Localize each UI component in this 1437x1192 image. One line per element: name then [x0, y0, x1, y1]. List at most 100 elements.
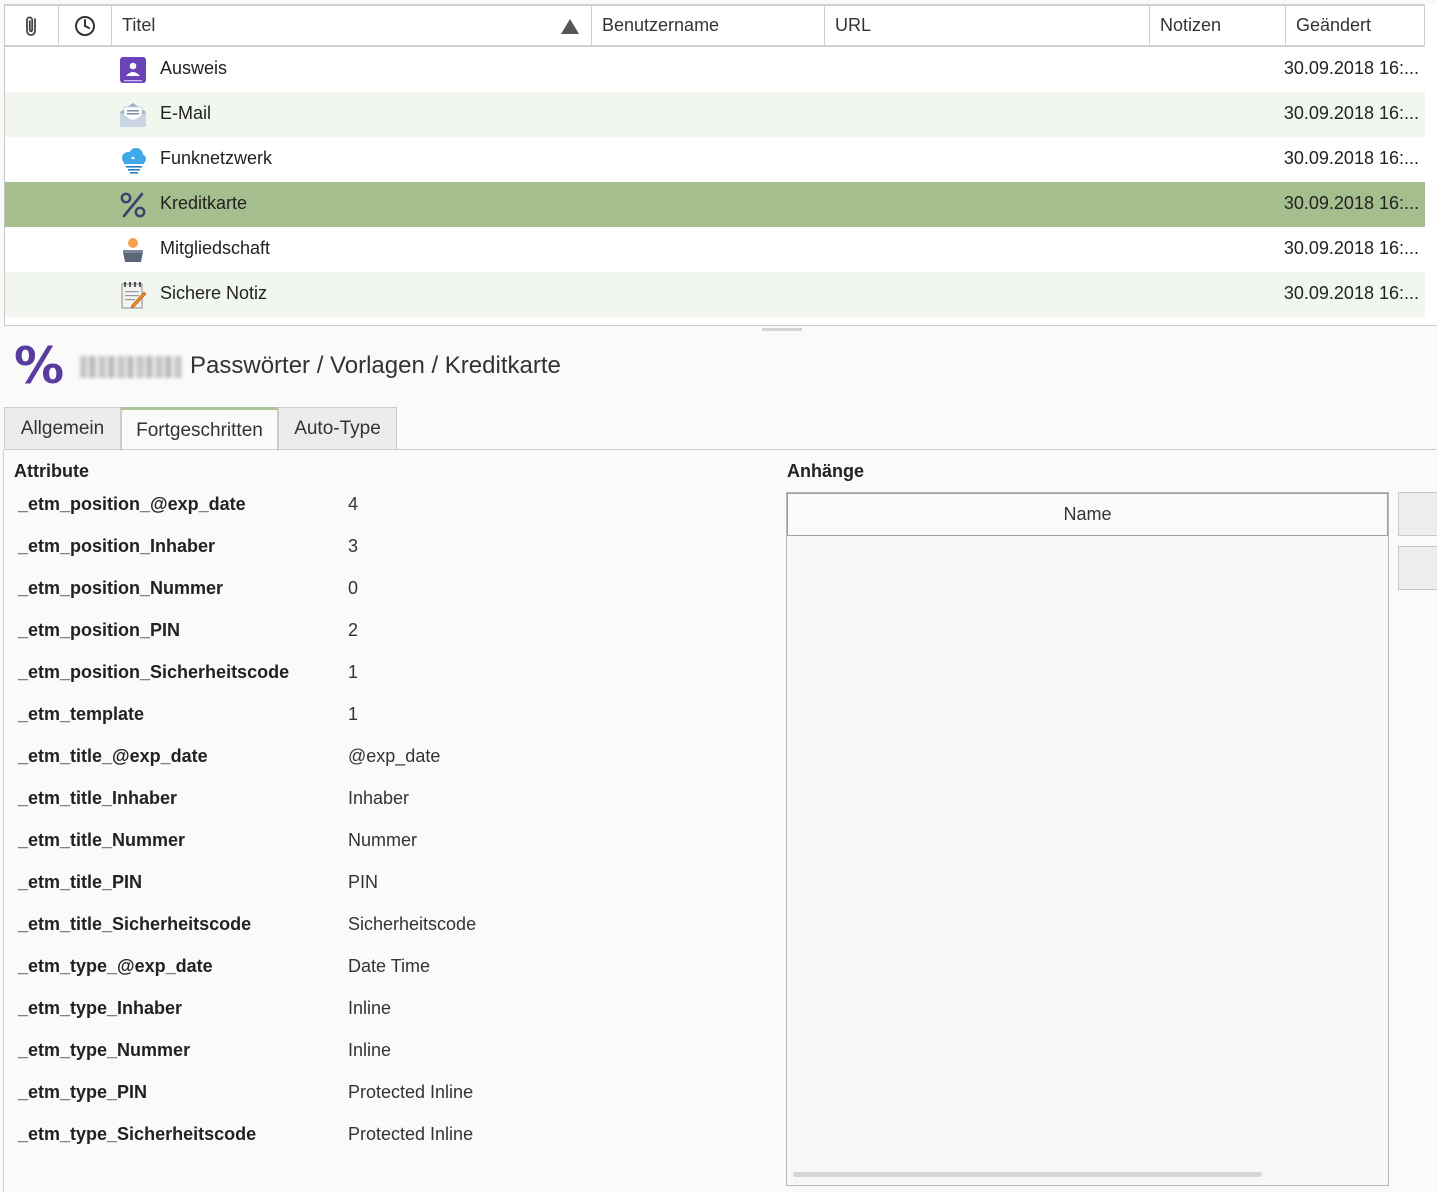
attribute-value: Date Time [348, 956, 431, 976]
table-header: Titel Benutzername URL Notizen Geändert [5, 4, 1425, 47]
attribute-value: PIN [348, 872, 379, 892]
attribute-row[interactable]: _etm_type_PIN Protected Inline [18, 1082, 718, 1124]
attribute-value: 2 [348, 620, 359, 640]
column-header-username[interactable]: Benutzername [592, 6, 825, 45]
attribute-row[interactable]: _etm_type_Nummer Inline [18, 1040, 718, 1082]
attribute-row[interactable]: _etm_title_Nummer Nummer [18, 830, 718, 872]
attribute-row[interactable]: _etm_position_@exp_date 4 [18, 494, 718, 536]
attribute-value: @exp_date [348, 746, 441, 766]
attribute-key: _etm_title_Inhaber [18, 788, 178, 808]
table-row[interactable]: Ausweis 30.09.2018 16:... [5, 47, 1425, 92]
attribute-value: Nummer [348, 830, 418, 850]
attribute-row[interactable]: _etm_type_Inhaber Inline [18, 998, 718, 1040]
table-row[interactable]: Sichere Notiz 30.09.2018 16:... [5, 272, 1425, 317]
column-header-title[interactable]: Titel [112, 6, 592, 45]
attribute-key: _etm_position_Sicherheitscode [18, 662, 290, 682]
column-header-time[interactable] [59, 6, 112, 45]
entry-modified: 30.09.2018 16:... [1283, 193, 1419, 213]
paperclip-icon [25, 16, 36, 36]
entry-title: Funknetzwerk [160, 148, 273, 168]
clock-icon [75, 15, 95, 36]
attribute-value: Protected Inline [348, 1082, 474, 1102]
column-header-attachment[interactable] [5, 6, 59, 45]
table-row[interactable]: Mitgliedschaft 30.09.2018 16:... [5, 227, 1425, 272]
column-header-url[interactable]: URL [825, 6, 1150, 45]
attribute-key: _etm_position_@exp_date [18, 494, 246, 514]
attribute-row[interactable]: _etm_title_@exp_date @exp_date [18, 746, 718, 788]
attachments-list[interactable]: Name [786, 492, 1389, 1186]
attribute-row[interactable]: _etm_position_Nummer 0 [18, 578, 718, 620]
attribute-key: _etm_type_Nummer [18, 1040, 191, 1060]
attribute-value: 0 [348, 578, 359, 598]
attribute-key: _etm_title_PIN [18, 872, 143, 892]
wifi-cloud-icon [122, 148, 146, 174]
attribute-value: Inline [348, 1040, 392, 1060]
column-notes-label: Notizen [1160, 15, 1222, 35]
note-icon [121, 282, 147, 309]
tab-allgemein[interactable]: Allgemein [4, 407, 121, 450]
attribute-value: 1 [348, 704, 359, 724]
member-icon [123, 238, 143, 262]
attribute-key: _etm_type_@exp_date [18, 956, 213, 976]
column-modified-label: Geändert [1296, 15, 1372, 35]
id-card-icon [120, 57, 146, 83]
column-username-label: Benutzername [602, 15, 720, 35]
tab-strip-divider [4, 449, 1437, 450]
attribute-row[interactable]: _etm_type_@exp_date Date Time [18, 956, 718, 998]
attribute-row[interactable]: _etm_title_Sicherheitscode Sicherheitscod… [18, 914, 718, 956]
attribute-row[interactable]: _etm_position_Inhaber 3 [18, 536, 718, 578]
table-body: Ausweis 30.09.2018 16:... E-Mail 30.09.2… [5, 47, 1425, 317]
attachments-heading: Anhänge [787, 461, 865, 481]
attribute-key: _etm_title_Nummer [18, 830, 186, 850]
attachment-add-button[interactable] [1398, 492, 1437, 536]
attribute-value: Sicherheitscode [348, 914, 477, 934]
entry-percent-icon: % [14, 337, 65, 395]
entry-modified: 30.09.2018 16:... [1283, 103, 1419, 123]
attribute-row[interactable]: _etm_position_Sicherheitscode 1 [18, 662, 718, 704]
table-row[interactable]: E-Mail 30.09.2018 16:... [5, 92, 1425, 137]
email-icon [120, 103, 146, 127]
entry-title: Ausweis [160, 58, 228, 78]
entry-modified: 30.09.2018 16:... [1283, 148, 1419, 168]
table-row[interactable]: Funknetzwerk 30.09.2018 16:... [5, 137, 1425, 182]
entry-modified: 30.09.2018 16:... [1283, 238, 1419, 258]
table-row[interactable]: Kreditkarte 30.09.2018 16:... [5, 182, 1425, 227]
attribute-key: _etm_position_Nummer [18, 578, 224, 598]
attribute-value: 3 [348, 536, 359, 556]
attachments-column-name-label: Name [1063, 504, 1112, 524]
attribute-key: _etm_type_PIN [18, 1082, 148, 1102]
attribute-row[interactable]: _etm_title_PIN PIN [18, 872, 718, 914]
entry-title: Kreditkarte [160, 193, 248, 213]
attribute-row[interactable]: _etm_template 1 [18, 704, 718, 746]
attribute-key: _etm_type_Sicherheitscode [18, 1124, 257, 1144]
attribute-key: _etm_template [18, 704, 145, 724]
attribute-row[interactable]: _etm_position_PIN 2 [18, 620, 718, 662]
sort-ascending-icon [561, 19, 579, 34]
column-header-modified[interactable]: Geändert [1286, 6, 1425, 45]
attribute-row[interactable]: _etm_type_Sicherheitscode Protected Inlin… [18, 1124, 718, 1166]
tab-fortgeschritten[interactable]: Fortgeschritten [121, 407, 278, 451]
column-title-label: Titel [122, 15, 156, 35]
attribute-key: _etm_title_Sicherheitscode [18, 914, 252, 934]
entry-table: Titel Benutzername URL Notizen Geändert … [4, 4, 1437, 326]
entry-title: Mitgliedschaft [160, 238, 271, 258]
attributes-heading: Attribute [14, 461, 89, 481]
tab-auto-type[interactable]: Auto-Type [278, 407, 397, 450]
entry-modified: 30.09.2018 16:... [1283, 283, 1419, 303]
attachments-column-name[interactable]: Name [787, 493, 1388, 536]
column-url-label: URL [835, 15, 872, 35]
entry-title: E-Mail [160, 103, 212, 123]
attribute-key: _etm_title_@exp_date [18, 746, 208, 766]
attribute-key: _etm_type_Inhaber [18, 998, 183, 1018]
horizontal-scrollbar[interactable] [793, 1172, 1262, 1177]
panel-left-border [3, 450, 4, 1192]
entry-modified: 30.09.2018 16:... [1283, 58, 1419, 78]
percent-icon [120, 192, 146, 218]
attribute-key: _etm_position_Inhaber [18, 536, 216, 556]
attribute-key: _etm_position_PIN [18, 620, 181, 640]
attribute-row[interactable]: _etm_title_Inhaber Inhaber [18, 788, 718, 830]
splitter-handle[interactable] [762, 328, 802, 331]
attribute-value: Inline [348, 998, 392, 1018]
column-header-notes[interactable]: Notizen [1150, 6, 1286, 45]
attachment-save-button[interactable] [1398, 546, 1437, 590]
